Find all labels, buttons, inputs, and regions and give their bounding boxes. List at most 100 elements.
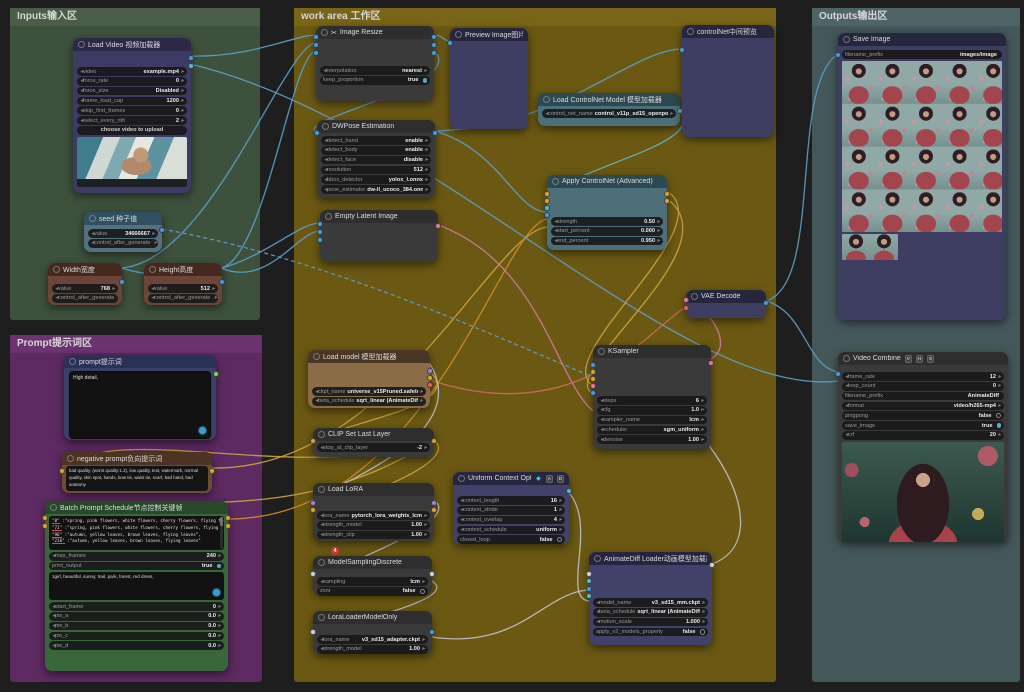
increment-arrow[interactable]: ▸ <box>559 498 562 504</box>
widget-strength_model[interactable]: ◂strength_model1.00▸ <box>317 521 430 530</box>
widget-value[interactable]: ◂value512▸ <box>148 284 218 293</box>
collapse-icon[interactable] <box>313 353 320 360</box>
widget-force_size[interactable]: ◂force_sizeDisabled▸ <box>77 87 187 96</box>
widget-toggle-save_image[interactable]: save_imagetrue <box>842 421 1004 430</box>
widget-lora_name[interactable]: ◂lora_namepytorch_lora_weights_lcm_1.5.s… <box>317 511 430 520</box>
widget-toggle-zsnr[interactable]: zsnrfalse <box>317 587 428 596</box>
node-apply-controlnet[interactable]: Apply ControlNet (Advanced) ◂strength0.5… <box>547 175 667 250</box>
input-slot[interactable] <box>310 438 316 444</box>
increment-arrow[interactable]: ▸ <box>218 623 221 629</box>
output-slot[interactable] <box>763 300 769 306</box>
widget-crf[interactable]: ◂crf20▸ <box>842 431 1004 440</box>
widget-beta_schedule[interactable]: ◂beta_schedulesqrt_linear (AnimateDiff)▸ <box>593 608 708 617</box>
collapse-icon[interactable] <box>455 31 462 38</box>
increment-arrow[interactable]: ▸ <box>657 219 660 225</box>
input-slot[interactable] <box>59 468 65 474</box>
node-header[interactable]: controlNet中间预览 <box>682 25 774 38</box>
schedule-textarea[interactable]: "0" :"spring, pink flowers, white flower… <box>49 516 224 550</box>
output-slot[interactable] <box>435 223 441 229</box>
toggle-dot-icon[interactable] <box>700 629 706 635</box>
input-slot[interactable] <box>683 305 689 311</box>
output-slot[interactable] <box>225 515 231 521</box>
increment-arrow[interactable]: ▸ <box>181 69 184 75</box>
input-slot[interactable] <box>310 507 316 513</box>
increment-arrow[interactable]: ▸ <box>701 437 704 443</box>
increment-arrow[interactable]: ▸ <box>701 417 704 423</box>
input-slot[interactable] <box>586 578 592 584</box>
widget-detect_face[interactable]: ◂detect_facedisable▸ <box>321 156 431 165</box>
widget-toggle-print_output[interactable]: print_outputtrue <box>49 562 224 571</box>
increment-arrow[interactable]: ▸ <box>701 407 704 413</box>
increment-arrow[interactable]: ▸ <box>424 445 427 451</box>
node-header[interactable]: Width宽度 <box>48 263 122 276</box>
textarea-grip-icon[interactable] <box>212 588 221 597</box>
node-header[interactable]: Batch Prompt Schedule节点控制关键帧 <box>45 501 228 514</box>
node-model-sampling-discrete[interactable]: ModelSamplingDiscrete ◂samplinglcm▸zsnrf… <box>313 556 432 594</box>
output-slot[interactable] <box>431 507 437 513</box>
node-save-image[interactable]: Save Image filename_prefiximages/image <box>838 33 1006 320</box>
output-slot[interactable] <box>431 500 437 506</box>
pre-text-textarea[interactable]: 1girl, beautiful, sunny, trail, park, fo… <box>49 572 224 600</box>
widget-detect_hand[interactable]: ◂detect_handenable▸ <box>321 136 431 145</box>
node-header[interactable]: KSampler <box>593 345 711 358</box>
widget-strength[interactable]: ◂strength0.50▸ <box>551 217 663 226</box>
node-image-resize[interactable]: ✂Image Resize ◂interpolationnearest▸keep… <box>316 26 434 101</box>
widget-sampler_name[interactable]: ◂sampler_namelcm▸ <box>597 416 707 425</box>
increment-arrow[interactable]: ▸ <box>657 238 660 244</box>
increment-arrow[interactable]: ▸ <box>998 374 1001 380</box>
increment-arrow[interactable]: ▸ <box>998 432 1001 438</box>
output-slot[interactable] <box>213 371 219 377</box>
input-slot[interactable] <box>544 191 550 197</box>
output-slot[interactable] <box>427 382 433 388</box>
widget-start_percent[interactable]: ◂start_percent0.000▸ <box>551 227 663 236</box>
increment-arrow[interactable]: ▸ <box>424 522 427 528</box>
input-slot[interactable] <box>835 371 841 377</box>
node-animatediff-loader[interactable]: AnimateDiff Loader动画模型加载器 ◂model_namev3_… <box>589 552 712 645</box>
output-slot[interactable] <box>431 34 437 40</box>
collapse-icon[interactable] <box>843 36 850 43</box>
widget-toggle-pingpong[interactable]: pingpongfalse <box>842 411 1004 420</box>
collapse-icon[interactable] <box>318 486 325 493</box>
scrollbar[interactable] <box>220 517 224 549</box>
increment-arrow[interactable]: ▸ <box>218 604 221 610</box>
widget-interpolation[interactable]: ◂interpolationnearest▸ <box>320 66 430 75</box>
node-lora-loader-model-only[interactable]: LoraLoaderModelOnly ◂lora_namev3_sd15_ad… <box>313 611 432 654</box>
toggle-dot-icon[interactable] <box>996 413 1002 419</box>
node-header[interactable]: VAE Decode <box>686 290 766 303</box>
node-preview-image[interactable]: Preview Image图片预览 <box>450 28 528 129</box>
collapse-icon[interactable] <box>687 28 694 35</box>
widget-cfg[interactable]: ◂cfg1.0▸ <box>597 406 707 415</box>
increment-arrow[interactable]: ▸ <box>218 633 221 639</box>
input-slot[interactable] <box>313 34 319 40</box>
node-header[interactable]: Load ControlNet Model 模型加载器 <box>538 93 680 106</box>
input-slot[interactable] <box>317 229 323 235</box>
output-slot[interactable] <box>429 629 435 635</box>
node-header[interactable]: prompt提示词 <box>64 355 216 368</box>
increment-arrow[interactable]: ▸ <box>420 398 423 404</box>
node-negative-prompt[interactable]: negative prompt负向提示词 bad quality, (worst… <box>62 452 212 493</box>
increment-arrow[interactable]: ▸ <box>702 619 705 625</box>
collapse-icon[interactable] <box>543 96 550 103</box>
increment-arrow[interactable]: ▸ <box>559 517 562 523</box>
textarea-grip-icon[interactable] <box>198 426 207 435</box>
widget-resolution[interactable]: ◂resolution512▸ <box>321 166 431 175</box>
widget-frame_load_cap[interactable]: ◂frame_load_cap1200▸ <box>77 97 187 106</box>
output-slot[interactable] <box>664 191 670 197</box>
output-slot[interactable] <box>709 562 715 568</box>
input-slot[interactable] <box>314 130 320 136</box>
widget-sampling[interactable]: ◂samplinglcm▸ <box>317 577 428 586</box>
collapse-icon[interactable] <box>458 475 465 482</box>
output-slot[interactable] <box>431 50 437 56</box>
widget-toggle-keep_proportion[interactable]: keep_proportiontrue <box>320 76 430 85</box>
input-slot[interactable] <box>590 362 596 368</box>
input-slot[interactable] <box>590 390 596 396</box>
node-vae-decode[interactable]: VAE Decode <box>686 290 766 318</box>
collapse-icon[interactable] <box>691 293 698 300</box>
input-slot[interactable] <box>679 47 685 53</box>
input-slot[interactable] <box>544 205 550 211</box>
output-slot[interactable] <box>429 571 435 577</box>
input-slot[interactable] <box>590 376 596 382</box>
negative-prompt-textarea[interactable]: bad quality, (worst quality:1.2), low qu… <box>66 466 208 491</box>
input-slot[interactable] <box>317 237 323 243</box>
node-header[interactable]: Uniform Context Options◆AD <box>453 472 569 485</box>
